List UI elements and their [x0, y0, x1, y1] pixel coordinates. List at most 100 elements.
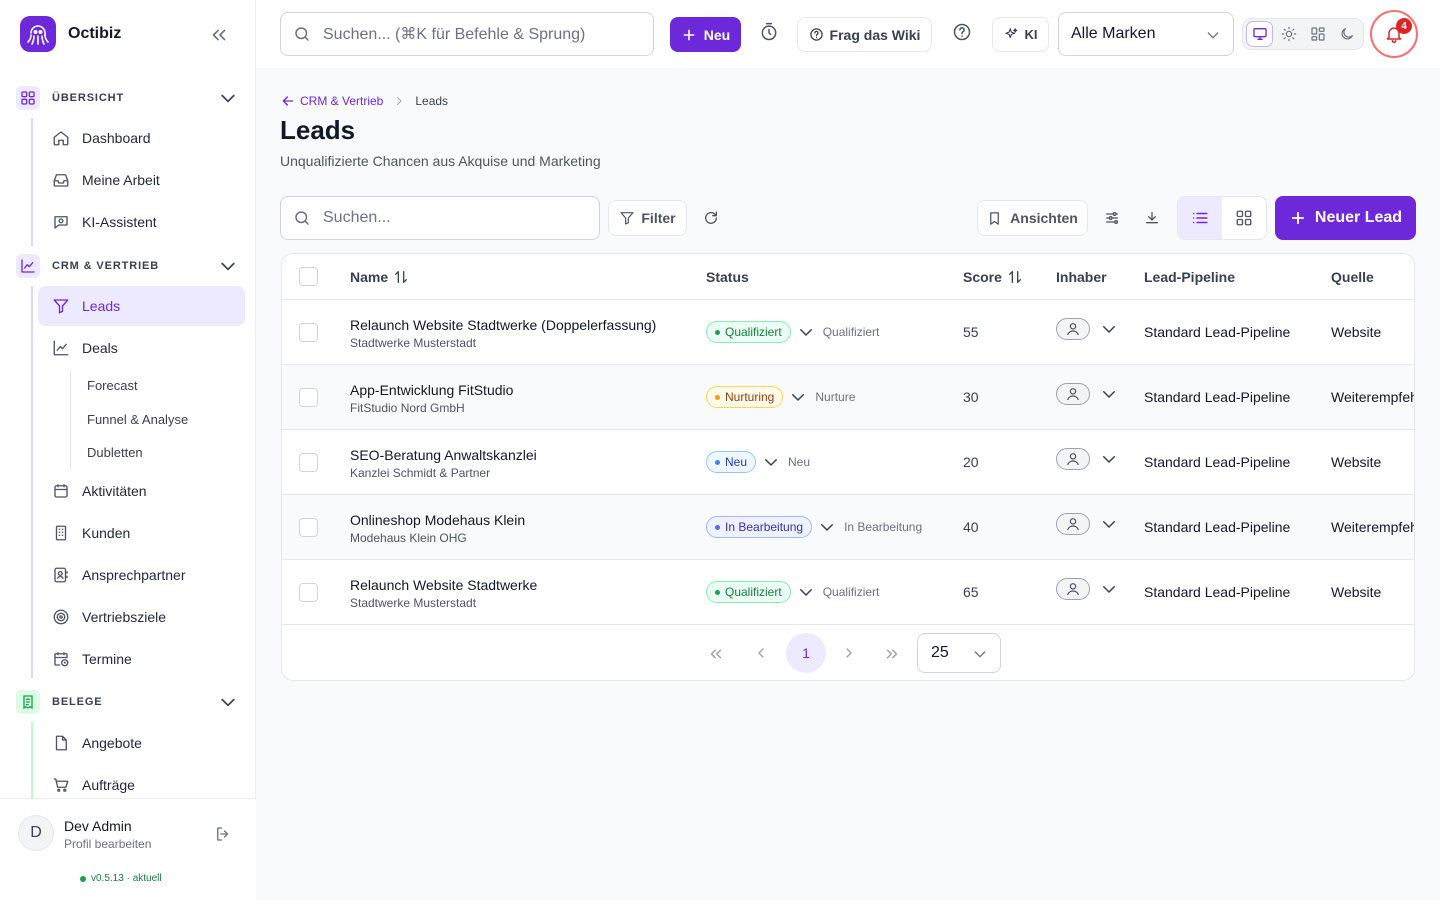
brand[interactable]: Octibiz [20, 16, 121, 52]
table-header: Name Status Score Inhaber Lead-Pipeline … [282, 254, 1414, 300]
edit-profile-link[interactable]: Profil bearbeiten [64, 837, 151, 851]
ki-button[interactable]: KI [992, 17, 1049, 52]
status-label: Nurturing [725, 390, 775, 404]
row-checkbox[interactable] [299, 453, 318, 472]
column-settings-icon[interactable] [1104, 210, 1120, 226]
filter-button[interactable]: Filter [608, 200, 687, 236]
grid-view-icon[interactable] [1222, 197, 1266, 239]
lead-name[interactable]: Relaunch Website Stadtwerke [350, 577, 537, 593]
chevron-right-icon [393, 95, 405, 107]
leads-table: Name Status Score Inhaber Lead-Pipeline … [281, 253, 1415, 681]
lead-name[interactable]: Onlineshop Modehaus Klein [350, 512, 525, 528]
moon-icon[interactable] [1333, 21, 1360, 47]
notifications-button[interactable]: 4 [1370, 10, 1418, 58]
sidebar-subitem-forecast[interactable]: Forecast [87, 378, 138, 393]
breadcrumb-back-link[interactable]: CRM & Vertrieb [280, 93, 383, 109]
owner-select[interactable] [1056, 448, 1118, 470]
sparkles-icon [1004, 27, 1019, 42]
sidebar-item-auftraege[interactable]: Aufträge [38, 765, 245, 798]
collapse-sidebar-icon[interactable] [208, 24, 230, 46]
layout-icon[interactable] [1304, 21, 1331, 47]
chevron-down-icon[interactable] [762, 453, 780, 471]
chevron-down-icon[interactable] [818, 518, 836, 536]
new-button[interactable]: Neu [670, 17, 741, 52]
select-all-checkbox[interactable] [299, 267, 318, 286]
next-page-icon[interactable] [841, 645, 857, 661]
sidebar-item-meine-arbeit[interactable]: Meine Arbeit [38, 160, 245, 200]
page-size-select[interactable]: 25 [917, 633, 1001, 673]
ask-wiki-button[interactable]: Frag das Wiki [797, 17, 932, 52]
column-header-status: Status [706, 269, 749, 285]
sidebar-item-deals[interactable]: Deals [38, 328, 245, 368]
chevron-down-icon [218, 692, 238, 712]
owner-select[interactable] [1056, 318, 1118, 340]
new-button-label: Neu [703, 26, 731, 43]
chevron-down-icon[interactable] [789, 388, 807, 406]
first-page-icon[interactable] [707, 645, 725, 663]
sidebar-item-leads[interactable]: Leads [38, 286, 245, 326]
sidebar-item-aktivitaeten[interactable]: Aktivitäten [38, 471, 245, 511]
sidebar-item-dashboard[interactable]: Dashboard [38, 118, 245, 158]
section-belege[interactable]: BELEGE [16, 688, 242, 716]
score-value: 40 [963, 519, 979, 535]
sidebar: Octibiz ÜBERSICHT Dashboard Meine Arbeit… [0, 0, 256, 900]
owner-select[interactable] [1056, 383, 1118, 405]
download-icon[interactable] [1144, 210, 1160, 226]
user-name: Dev Admin [64, 818, 132, 834]
table-row[interactable]: Relaunch Website Stadtwerke (Doppelerfas… [282, 300, 1414, 365]
sidebar-item-ki-assistent[interactable]: KI-Assistent [38, 202, 245, 242]
section-label: BELEGE [52, 696, 103, 708]
leads-search-input[interactable]: Suchen... [280, 196, 600, 240]
status-dot [80, 875, 86, 882]
chevron-down-icon[interactable] [797, 583, 815, 601]
global-search-input[interactable]: Suchen... (⌘K für Befehle & Sprung) [280, 12, 654, 56]
logout-icon[interactable] [214, 825, 232, 843]
column-header-name[interactable]: Name [350, 269, 409, 285]
sidebar-item-angebote[interactable]: Angebote [38, 723, 245, 763]
user-icon [1056, 318, 1090, 340]
sidebar-item-kunden[interactable]: Kunden [38, 513, 245, 553]
refresh-icon[interactable] [703, 210, 719, 226]
brand-select[interactable]: Alle Marken [1058, 12, 1234, 56]
lead-name[interactable]: App-Entwicklung FitStudio [350, 382, 513, 398]
owner-select[interactable] [1056, 513, 1118, 535]
row-checkbox[interactable] [299, 583, 318, 602]
sidebar-item-termine[interactable]: Termine [38, 639, 245, 679]
sidebar-item-ansprechpartner[interactable]: Ansprechpartner [38, 555, 245, 595]
table-row[interactable]: Relaunch Website Stadtwerke Stadtwerke Mu… [282, 560, 1414, 625]
table-row[interactable]: SEO-Beratung Anwaltskanzlei Kanzlei Schmi… [282, 430, 1414, 495]
section-label: CRM & VERTRIEB [52, 260, 160, 272]
row-checkbox[interactable] [299, 388, 318, 407]
timer-icon[interactable] [759, 22, 779, 42]
source-value: Weiterempfehlung [1331, 389, 1414, 405]
table-row[interactable]: App-Entwicklung FitStudio FitStudio Nord … [282, 365, 1414, 430]
table-row[interactable]: Onlineshop Modehaus Klein Modehaus Klein … [282, 495, 1414, 560]
sidebar-item-vertriebsziele[interactable]: Vertriebsziele [38, 597, 245, 637]
sidebar-subitem-dubletten[interactable]: Dubletten [87, 445, 143, 460]
section-crm-vertrieb[interactable]: CRM & VERTRIEB [16, 252, 242, 280]
ki-label: KI [1024, 27, 1038, 42]
help-icon[interactable] [952, 22, 972, 42]
row-checkbox[interactable] [299, 323, 318, 342]
list-view-icon[interactable] [1178, 197, 1222, 239]
chevron-down-icon [1100, 580, 1118, 598]
current-page-button[interactable]: 1 [786, 633, 826, 673]
lead-name[interactable]: SEO-Beratung Anwaltskanzlei [350, 447, 537, 463]
stage-label: Qualifiziert [822, 585, 880, 599]
sidebar-subitem-funnel-analyse[interactable]: Funnel & Analyse [87, 412, 188, 427]
section-uebersicht[interactable]: ÜBERSICHT [16, 84, 242, 112]
chevron-down-icon[interactable] [797, 323, 815, 341]
avatar[interactable]: D [18, 815, 54, 851]
source-value: Website [1331, 584, 1382, 600]
column-header-score[interactable]: Score [963, 269, 1023, 285]
monitor-icon[interactable] [1246, 21, 1274, 47]
row-checkbox[interactable] [299, 518, 318, 537]
owner-select[interactable] [1056, 578, 1118, 600]
last-page-icon[interactable] [883, 645, 901, 663]
views-button[interactable]: Ansichten [977, 200, 1088, 236]
sun-icon[interactable] [1275, 21, 1302, 47]
new-lead-button[interactable]: Neuer Lead [1275, 196, 1416, 240]
help-circle-icon [809, 27, 824, 42]
lead-name[interactable]: Relaunch Website Stadtwerke (Doppelerfas… [350, 317, 656, 333]
prev-page-icon[interactable] [753, 645, 769, 661]
